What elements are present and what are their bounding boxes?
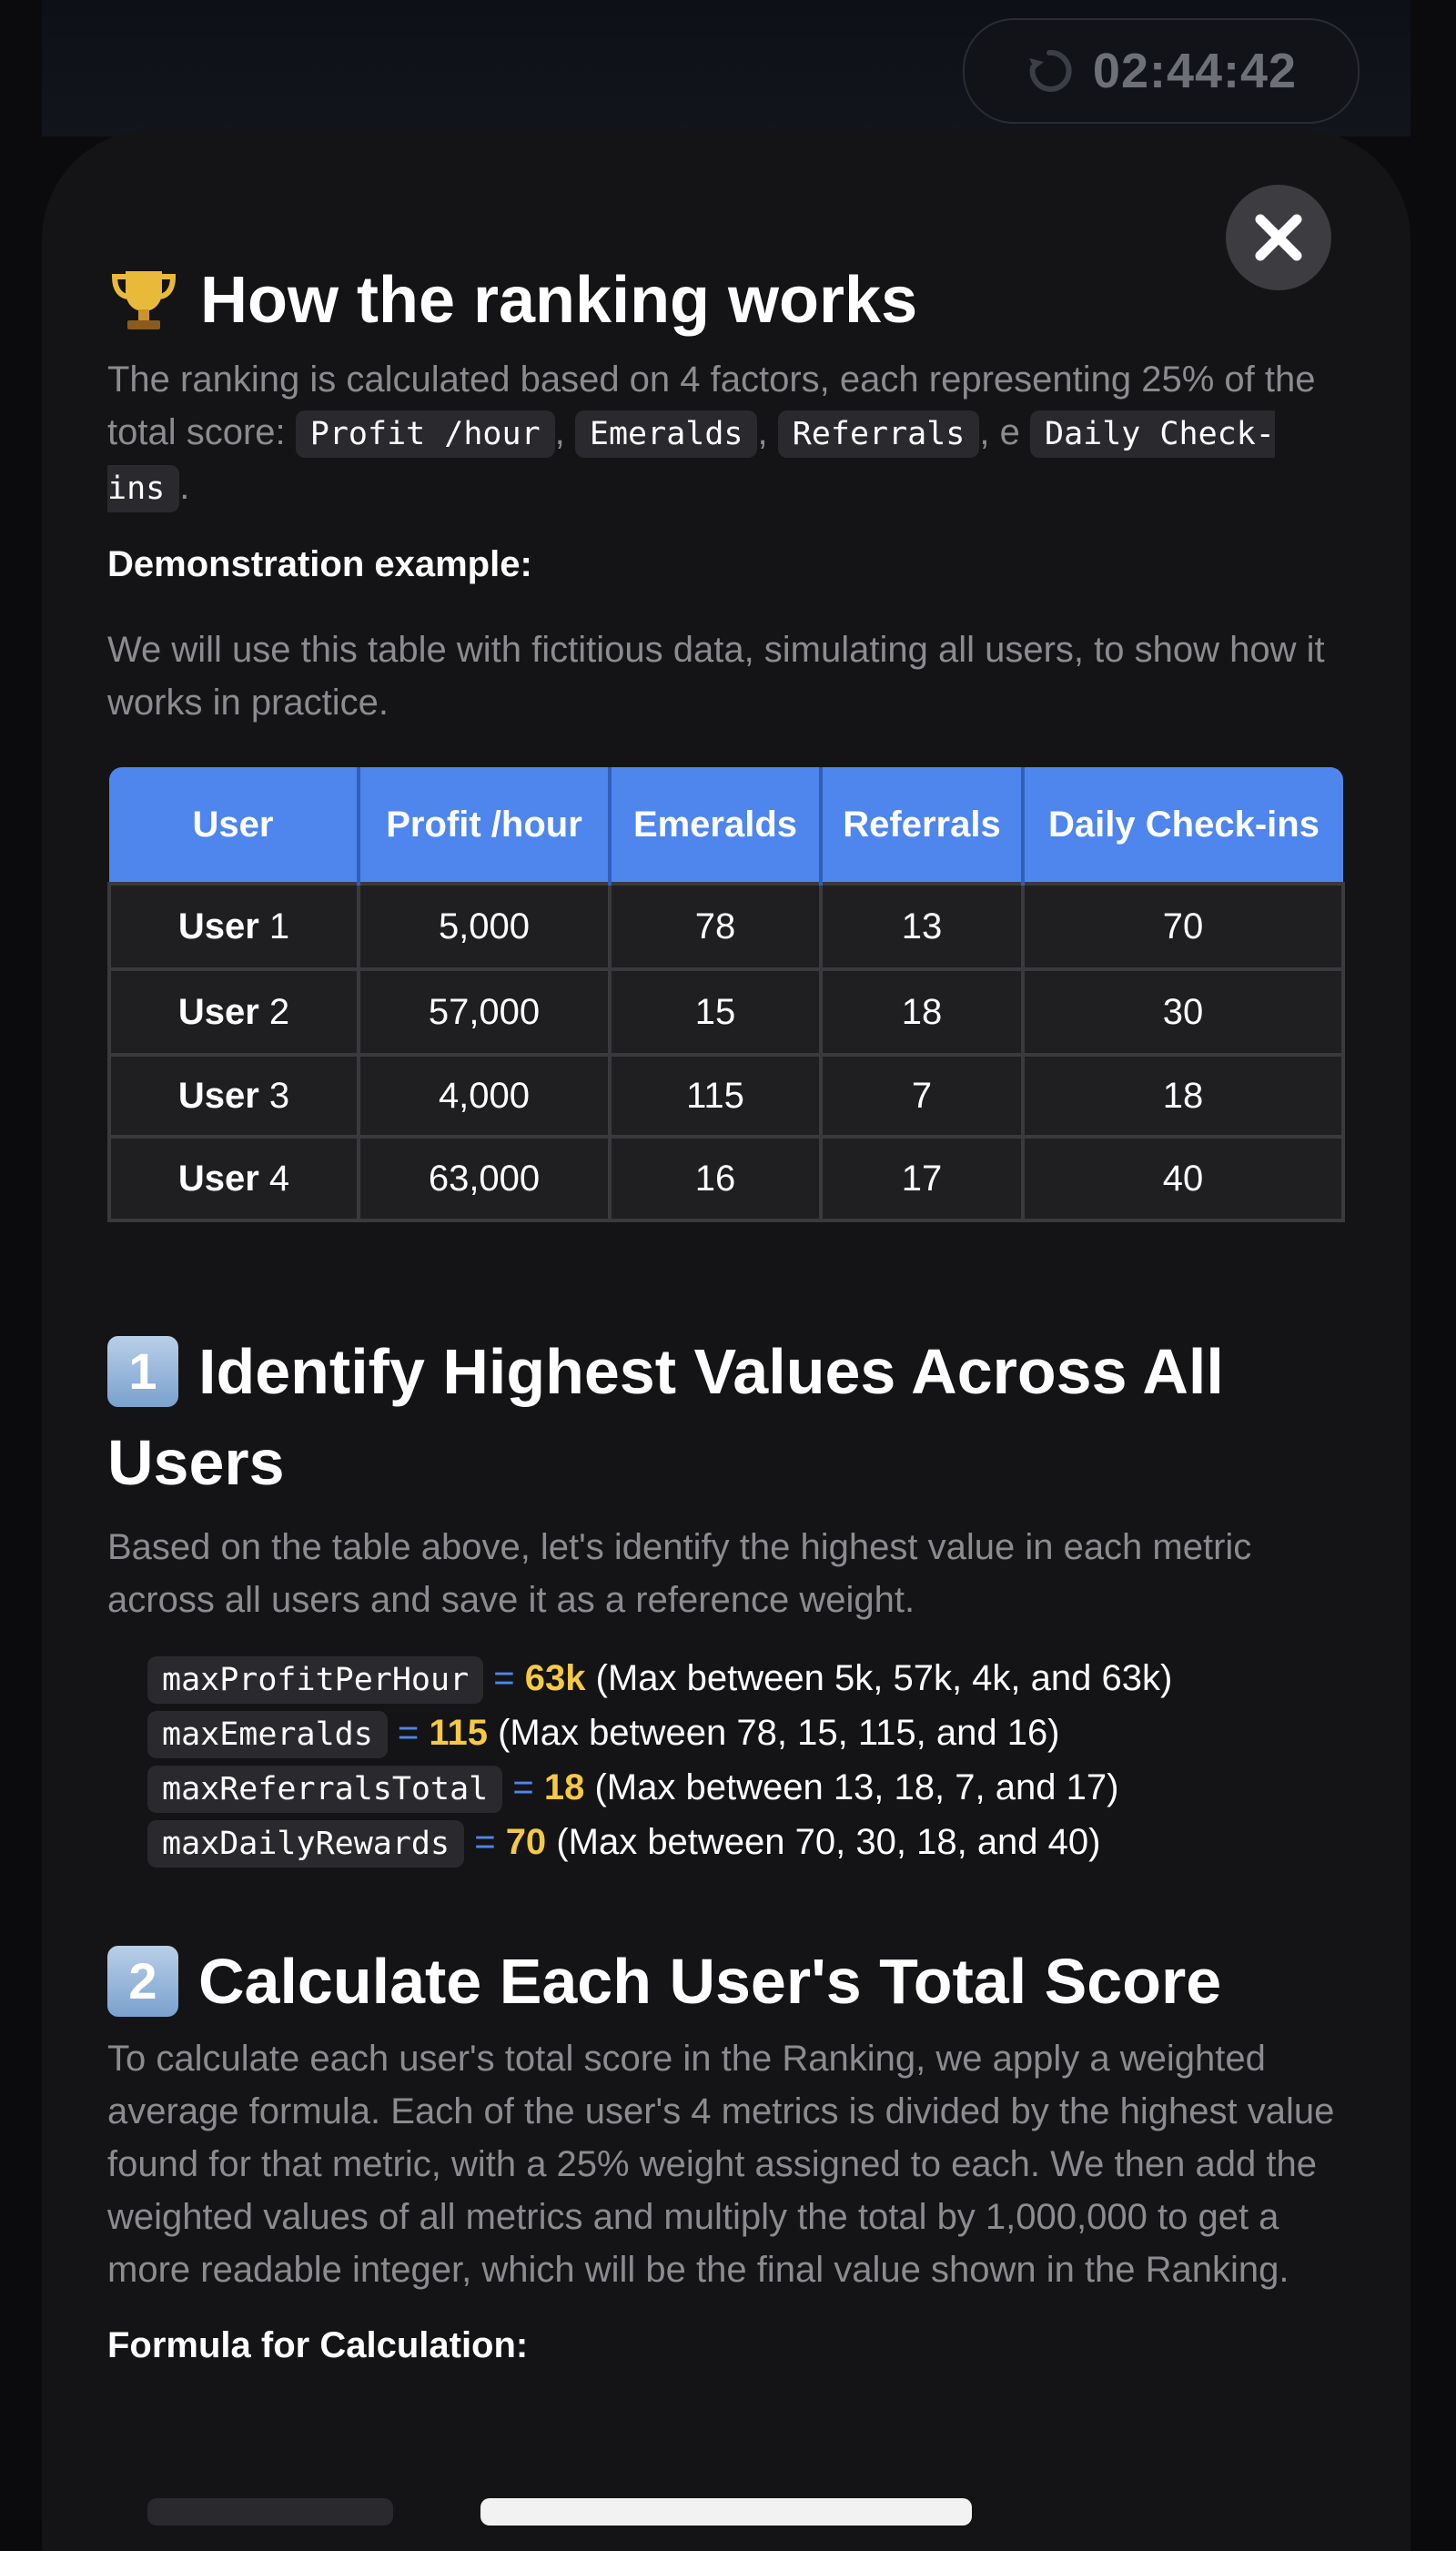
user-label: User bbox=[177, 1158, 259, 1199]
profit-cell: 5,000 bbox=[357, 882, 612, 971]
section2-heading: 2 Calculate Each User's Total Score bbox=[107, 1936, 1345, 2027]
checkins-cell: 30 bbox=[1021, 967, 1345, 1057]
factor-referrals-code: Referrals bbox=[777, 410, 980, 458]
demo-table: User Profit /hour Emeralds Referrals Dai… bbox=[107, 767, 1345, 1222]
list-item: maxProfitPerHour = 63k (Max between 5k, … bbox=[147, 1652, 1345, 1706]
max-note: (Max between 5k, 57k, 4k, and 63k) bbox=[595, 1658, 1173, 1698]
table-row: User 1 5,000 78 13 70 bbox=[107, 882, 1345, 971]
user-cell: User 3 bbox=[107, 1053, 360, 1139]
demo-label: Demonstration example: bbox=[107, 544, 532, 584]
referrals-cell: 18 bbox=[819, 967, 1025, 1057]
user-label: User bbox=[177, 1075, 259, 1116]
max-note: (Max between 78, 15, 115, and 16) bbox=[498, 1713, 1060, 1753]
table-row: User 2 57,000 15 18 30 bbox=[107, 967, 1345, 1057]
timer-value: 02:44:42 bbox=[1092, 44, 1298, 98]
modal-content: How the ranking works The ranking is cal… bbox=[107, 255, 1345, 2366]
max-daily-code: maxDailyRewards bbox=[147, 1820, 465, 1868]
keycap-1-icon: 1 bbox=[107, 1335, 178, 1407]
equals-sign: = bbox=[493, 1658, 515, 1698]
emeralds-cell: 78 bbox=[608, 882, 823, 971]
modal-title-text: How the ranking works bbox=[200, 264, 918, 337]
header-user: User bbox=[109, 767, 360, 884]
timer-pill: 02:44:42 bbox=[963, 18, 1360, 124]
formula-box-stub bbox=[480, 2498, 972, 2526]
user-cell: User 1 bbox=[107, 882, 360, 971]
keycap-2-icon: 2 bbox=[107, 1945, 178, 2017]
max-referrals-code: maxReferralsTotal bbox=[147, 1766, 503, 1813]
referrals-cell: 13 bbox=[819, 882, 1025, 971]
max-value: 70 bbox=[505, 1822, 547, 1862]
user-number: 3 bbox=[268, 1075, 290, 1116]
list-item: maxDailyRewards = 70 (Max between 70, 30… bbox=[147, 1816, 1345, 1870]
checkins-cell: 40 bbox=[1021, 1135, 1345, 1222]
equals-sign: = bbox=[397, 1713, 420, 1753]
user-number: 4 bbox=[268, 1158, 290, 1199]
intro-end: . bbox=[179, 467, 190, 507]
factor-emeralds-code: Emeralds bbox=[574, 410, 758, 458]
formula-code-stub bbox=[147, 2498, 393, 2526]
intro-paragraph: The ranking is calculated based on 4 fac… bbox=[107, 353, 1345, 515]
section1-heading: 1 Identify Highest Values Across All User… bbox=[107, 1326, 1345, 1508]
table-header-row: User Profit /hour Emeralds Referrals Dai… bbox=[109, 767, 1343, 884]
section2-text: To calculate each user's total score in … bbox=[107, 2039, 1335, 2290]
table-row: User 4 63,000 16 17 40 bbox=[107, 1135, 1345, 1222]
header-profit: Profit /hour bbox=[359, 767, 612, 884]
user-number: 1 bbox=[268, 906, 290, 947]
header-referrals: Referrals bbox=[821, 767, 1025, 884]
max-emeralds-code: maxEmeralds bbox=[147, 1711, 388, 1758]
profit-cell: 63,000 bbox=[357, 1135, 612, 1222]
section2-title: Calculate Each User's Total Score bbox=[198, 1946, 1222, 2017]
max-value: 63k bbox=[524, 1658, 586, 1698]
demo-text: We will use this table with fictitious d… bbox=[107, 630, 1325, 723]
modal-title: How the ranking works bbox=[107, 258, 1345, 342]
user-cell: User 4 bbox=[107, 1135, 360, 1222]
max-note: (Max between 70, 30, 18, and 40) bbox=[556, 1822, 1101, 1862]
referrals-cell: 17 bbox=[819, 1135, 1025, 1222]
formula-label: Formula for Calculation: bbox=[107, 2325, 529, 2365]
trophy-icon bbox=[111, 271, 177, 329]
equals-sign: = bbox=[474, 1822, 496, 1862]
intro-separator: , e bbox=[979, 412, 1020, 452]
user-number: 2 bbox=[268, 991, 290, 1032]
header-emeralds: Emeralds bbox=[610, 767, 823, 884]
max-value: 115 bbox=[429, 1713, 488, 1753]
checkins-cell: 70 bbox=[1021, 882, 1345, 971]
refresh-timer-icon bbox=[1028, 49, 1072, 92]
intro-separator: , bbox=[757, 412, 768, 452]
checkins-cell: 18 bbox=[1021, 1053, 1345, 1139]
emeralds-cell: 15 bbox=[608, 967, 823, 1057]
list-item: maxEmeralds = 115 (Max between 78, 15, 1… bbox=[147, 1706, 1345, 1761]
user-cell: User 2 bbox=[107, 967, 360, 1057]
equals-sign: = bbox=[512, 1767, 534, 1807]
factor-profit-code: Profit /hour bbox=[295, 410, 555, 458]
user-label: User bbox=[177, 906, 259, 947]
intro-separator: , bbox=[554, 412, 565, 452]
user-label: User bbox=[177, 991, 259, 1032]
emeralds-cell: 16 bbox=[608, 1135, 823, 1222]
section1-title: Identify Highest Values Across All Users bbox=[107, 1336, 1224, 1498]
max-values-list: maxProfitPerHour = 63k (Max between 5k, … bbox=[107, 1652, 1345, 1870]
profit-cell: 57,000 bbox=[357, 967, 612, 1057]
list-item: maxReferralsTotal = 18 (Max between 13, … bbox=[147, 1761, 1345, 1816]
table-row: User 3 4,000 115 7 18 bbox=[107, 1053, 1345, 1139]
header-checkins: Daily Check-ins bbox=[1023, 767, 1343, 884]
profit-cell: 4,000 bbox=[357, 1053, 612, 1139]
max-note: (Max between 13, 18, 7, and 17) bbox=[594, 1767, 1119, 1807]
max-value: 18 bbox=[543, 1767, 585, 1807]
emeralds-cell: 115 bbox=[608, 1053, 823, 1139]
max-profit-code: maxProfitPerHour bbox=[147, 1656, 484, 1704]
section1-text: Based on the table above, let's identify… bbox=[107, 1527, 1252, 1620]
referrals-cell: 7 bbox=[819, 1053, 1025, 1139]
